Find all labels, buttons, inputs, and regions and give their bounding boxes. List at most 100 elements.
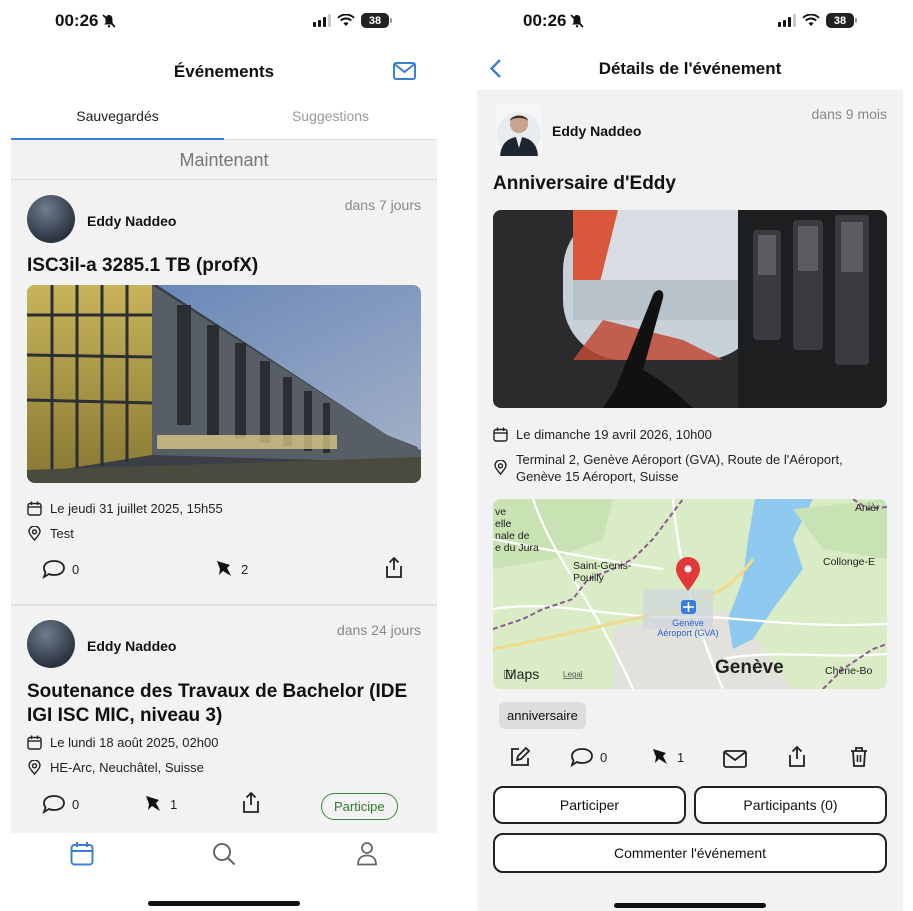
event-detail: Eddy Naddeo dans 9 mois Anniversaire d'E… [477,90,903,911]
svg-text:elle: elle [495,518,512,530]
event-title: Anniversaire d'Eddy [493,173,676,194]
pin-count: 1 [170,796,178,812]
pin-icon [653,749,667,764]
avatar [496,104,542,156]
participants-button[interactable]: Participants (0) [694,786,887,824]
event-date: Le jeudi 31 juillet 2025, 15h55 [27,500,223,517]
event-location: Terminal 2, Genève Aéroport (GVA), Route… [493,451,843,485]
events-list-screen: 00:26 38 Événements Sauvegardés Suggesti… [11,0,437,911]
share-icon[interactable] [384,557,404,579]
svg-text:nale de: nale de [495,530,530,542]
map-label-aniere: Anièr [855,502,880,514]
location-pin-icon [28,760,41,775]
comment-event-button[interactable]: Commenter l'événement [493,833,887,873]
comment-bubble-icon [42,560,65,579]
page-title: Événements [173,62,275,81]
event-date: Le lundi 18 août 2025, 02h00 [27,734,218,751]
svg-text:e du Jura: e du Jura [495,542,539,554]
battery-indicator: 38 [826,13,857,28]
share-icon[interactable] [787,746,807,768]
wifi-icon [337,14,355,26]
location-pin-icon [28,526,41,541]
avatar [27,620,75,668]
wifi-icon [802,14,820,26]
event-location: HE-Arc, Neuchâtel, Suisse [27,759,204,776]
location-pin-icon [494,460,507,475]
status-bar: 00:26 38 [477,0,903,44]
pin-button[interactable]: 1 [649,747,684,767]
pin-icon [146,796,160,811]
relative-time: dans 7 jours [344,197,421,213]
comment-bubble-icon [42,795,65,814]
event-card[interactable]: Eddy Naddeo dans 24 jours Soutenance des… [11,606,437,833]
event-feed: Maintenant Eddy Naddeo dans 7 jours ISC3… [11,140,437,833]
comment-count: 0 [72,796,80,812]
silent-bell-icon [570,14,585,28]
event-tag: anniversaire [499,702,586,729]
pin-icon [217,561,231,576]
participate-button[interactable]: Participer [493,786,686,824]
cellular-signal-icon [778,14,796,27]
comments-button[interactable]: 0 [570,747,607,767]
svg-text:Pouilly: Pouilly [573,572,605,584]
map-label-geneve: Genève [715,657,784,678]
clock-time: 00:26 [55,11,99,30]
status-bar: 00:26 38 [11,0,437,44]
svg-text:ve: ve [495,506,506,518]
pin-count: 2 [241,561,249,577]
calendar-icon [493,427,508,442]
event-tabs: Sauvegardés Suggestions [11,98,437,140]
map-canvas: ve elle nale de e du Jura Saint-Genis- P… [493,499,887,689]
calendar-tab-icon[interactable] [70,841,94,866]
participation-status-badge[interactable]: Participe [321,793,398,820]
legal-link[interactable]: Legal [563,670,583,679]
svg-text:Maps: Maps [505,666,539,682]
silent-bell-icon [102,14,117,28]
event-title-line-2: IGI ISC MIC, niveau 3) [27,705,223,726]
edit-icon[interactable] [509,746,531,768]
profile-tab-icon[interactable] [356,841,378,866]
avatar [27,195,75,243]
author-name: Eddy Naddeo [87,213,177,229]
bottom-tab-bar [11,833,437,911]
cellular-signal-icon [313,14,331,27]
trash-icon[interactable] [849,746,869,768]
portrait-photo [497,112,541,156]
clock-time: 00:26 [523,11,567,30]
mail-icon[interactable] [393,62,416,80]
event-date: Le dimanche 19 avril 2026, 10h00 [493,426,712,443]
home-indicator [614,903,766,908]
event-title: ISC3il-a 3285.1 TB (profX) [27,255,259,276]
comment-count: 0 [72,561,80,577]
building-photo [27,285,421,483]
comments-button[interactable]: 0 [42,559,79,579]
pin-button[interactable]: 2 [213,559,248,579]
map-label-airport: Genève [672,618,704,628]
map-label-collonge: Collonge-E [823,556,875,568]
calendar-icon [27,735,42,750]
author-name: Eddy Naddeo [87,638,177,654]
map-label-saint-genis: Saint-Genis- [573,560,632,572]
search-tab-icon[interactable] [212,842,236,866]
event-photo [27,285,421,483]
relative-time: dans 24 jours [336,622,421,638]
event-card[interactable]: Eddy Naddeo dans 7 jours ISC3il-a 3285.1… [11,181,437,604]
airplane-window-photo [493,210,887,408]
section-header: Maintenant [11,140,437,180]
comments-button[interactable]: 0 [42,794,79,814]
map-label-chene: Chêne-Bo [825,665,872,677]
mail-icon[interactable] [723,750,747,768]
event-location: Test [27,525,74,542]
comment-count: 0 [600,749,608,765]
page-title: Détails de l'événement [598,59,782,78]
home-indicator [148,901,300,906]
relative-time: dans 9 mois [811,106,887,122]
share-icon[interactable] [241,792,261,814]
tab-suggestions[interactable]: Suggestions [224,98,437,140]
pin-button[interactable]: 1 [142,794,177,814]
location-map[interactable]: ve elle nale de e du Jura Saint-Genis- P… [493,499,887,689]
tab-saved[interactable]: Sauvegardés [11,98,224,140]
battery-indicator: 38 [361,13,392,28]
calendar-icon [27,501,42,516]
event-detail-screen: 00:26 38 Détails de l'événement Eddy Nad… [477,0,903,911]
